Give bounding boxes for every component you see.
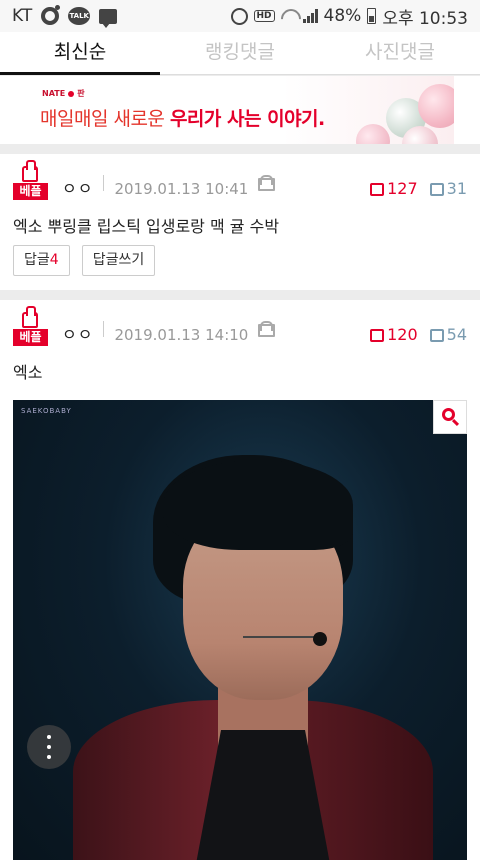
zoom-button[interactable] xyxy=(433,400,467,434)
status-bar: KT TALK HD 48% 오후 10:53 xyxy=(0,0,480,32)
balloon-decoration xyxy=(356,124,390,144)
photo-watermark: SAEKOBABY xyxy=(21,407,72,415)
wifi-icon xyxy=(281,9,297,23)
thumbs-up-icon xyxy=(370,182,385,196)
banner-slogan: 매일매일 새로운 우리가 사는 이야기. xyxy=(40,108,325,130)
upvote-button[interactable]: 120 xyxy=(370,324,418,346)
nickname[interactable]: ㅇㅇ xyxy=(62,324,93,346)
hd-icon: HD xyxy=(253,10,275,22)
comment-photo[interactable]: SAEKOBABY xyxy=(13,400,467,860)
sort-tabs: 최신순 랭킹댓글 사진댓글 xyxy=(0,32,480,75)
downvote-button[interactable]: 31 xyxy=(429,178,467,200)
comment-header: 베플 ㅇㅇ 2019.01.13 14:10 120 54 xyxy=(13,306,467,346)
best-comment-badge: 베플 xyxy=(13,306,48,346)
write-reply-button[interactable]: 답글쓰기 xyxy=(81,245,156,276)
message-icon xyxy=(99,8,118,28)
tab-ranking-comments[interactable]: 랭킹댓글 xyxy=(160,32,320,74)
comment-date: 2019.01.13 10:41 xyxy=(114,180,249,198)
signal-icon xyxy=(302,9,318,23)
thumbs-up-badge-icon xyxy=(22,160,38,182)
alarm-icon xyxy=(230,7,248,25)
lock-icon[interactable] xyxy=(258,321,276,337)
thumbs-up-icon xyxy=(370,328,385,342)
tab-photo-comments[interactable]: 사진댓글 xyxy=(320,32,480,74)
lock-icon[interactable] xyxy=(258,175,276,191)
comment-header: 베플 ㅇㅇ 2019.01.13 10:41 127 31 xyxy=(13,160,467,200)
balloon-decoration xyxy=(418,84,454,128)
comment-date: 2019.01.13 14:10 xyxy=(114,326,249,344)
more-options-button[interactable] xyxy=(27,725,71,769)
battery-percent: 48% xyxy=(323,6,362,26)
comment-card: 베플 ㅇㅇ 2019.01.13 14:10 120 54 엑소 SAEKOBA… xyxy=(0,300,480,860)
comment-text: 엑소 뿌링클 립스틱 입생로랑 맥 귤 수박 xyxy=(13,217,280,236)
nate-pann-banner[interactable]: NATE 판 매일매일 새로운 우리가 사는 이야기. xyxy=(26,76,454,144)
comment-card: 베플 ㅇㅇ 2019.01.13 10:41 127 31 엑소 뿌링클 립스틱… xyxy=(0,154,480,290)
carrier-label: KT xyxy=(12,6,33,26)
nate-logo: NATE 판 xyxy=(42,89,85,98)
thumbs-down-icon xyxy=(429,328,444,342)
clock: 오후 10:53 xyxy=(382,8,468,29)
kakaotalk-icon: TALK xyxy=(68,7,91,25)
best-comment-badge: 베플 xyxy=(13,160,48,200)
tab-latest[interactable]: 최신순 xyxy=(0,32,160,75)
reply-count-button[interactable]: 답글4 xyxy=(13,245,70,276)
comment-text: 엑소 xyxy=(13,363,43,382)
headset-mic xyxy=(313,632,327,646)
banner-container: NATE 판 매일매일 새로운 우리가 사는 이야기. xyxy=(0,76,480,144)
o-app-icon xyxy=(41,5,61,25)
magnifier-icon xyxy=(442,408,455,421)
downvote-button[interactable]: 54 xyxy=(429,324,467,346)
thumbs-up-badge-icon xyxy=(22,306,38,328)
nickname[interactable]: ㅇㅇ xyxy=(62,178,93,200)
battery-icon xyxy=(367,8,377,24)
thumbs-down-icon xyxy=(429,182,444,196)
upvote-button[interactable]: 127 xyxy=(370,178,418,200)
